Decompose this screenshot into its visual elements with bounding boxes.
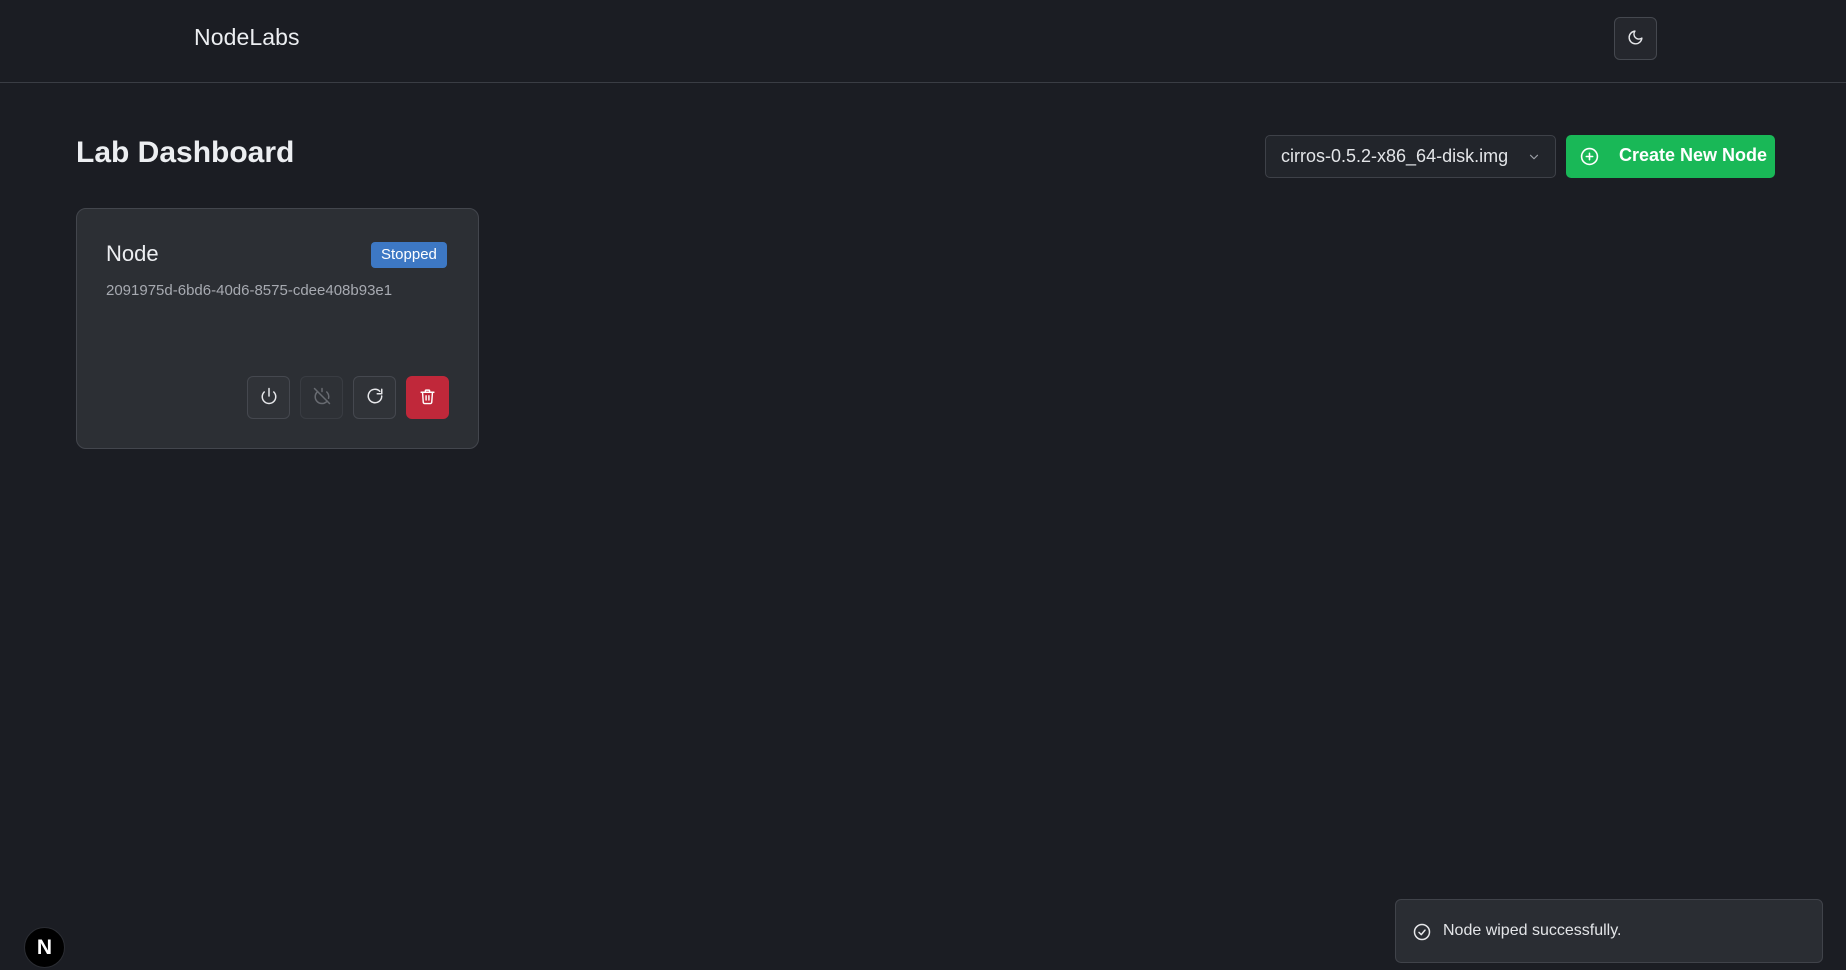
trash-icon — [419, 388, 436, 408]
brand-logo[interactable]: NodeLabs — [194, 24, 300, 51]
start-node-button[interactable] — [247, 376, 290, 419]
page-title: Lab Dashboard — [76, 136, 295, 169]
dev-tools-badge[interactable]: N — [24, 927, 65, 968]
power-icon — [260, 387, 278, 408]
toast-message: Node wiped successfully. — [1443, 922, 1622, 939]
node-id: 2091975d-6bd6-40d6-8575-cdee408b93e1 — [106, 282, 393, 299]
create-new-node-label: Create New Node — [1619, 145, 1768, 165]
chevron-down-icon — [1527, 150, 1541, 169]
delete-node-button[interactable] — [406, 376, 449, 419]
power-off-icon — [313, 387, 331, 408]
plus-circle-icon — [1580, 147, 1599, 169]
toast-notification: Node wiped successfully. — [1395, 899, 1823, 963]
status-badge: Stopped — [371, 242, 447, 268]
refresh-icon — [366, 387, 384, 408]
theme-toggle-button[interactable] — [1614, 17, 1657, 60]
node-name: Node — [106, 241, 159, 266]
create-new-node-button[interactable]: Create New Node — [1566, 135, 1775, 178]
stop-node-button[interactable] — [300, 376, 343, 419]
wipe-node-button[interactable] — [353, 376, 396, 419]
node-card: Node Stopped 2091975d-6bd6-40d6-8575-cde… — [76, 208, 479, 449]
image-select-dropdown[interactable]: cirros-0.5.2-x86_64-disk.img — [1265, 135, 1556, 178]
check-circle-icon — [1413, 923, 1431, 946]
moon-icon — [1627, 29, 1644, 49]
image-select-value: cirros-0.5.2-x86_64-disk.img — [1281, 146, 1509, 166]
top-navbar: NodeLabs — [0, 0, 1846, 83]
